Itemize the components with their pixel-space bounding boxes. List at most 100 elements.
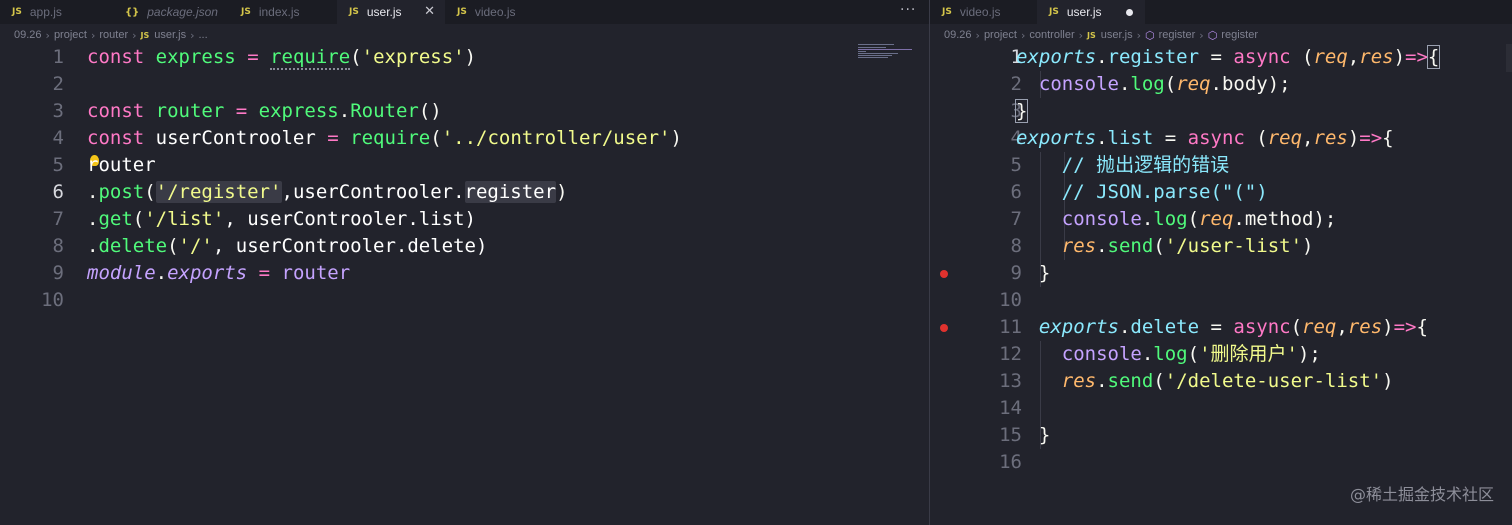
line-number: 8	[52, 235, 64, 257]
chevron-right-icon: ›	[45, 28, 50, 42]
code-line: 2 console.log(req.body);	[930, 71, 1512, 98]
tab-user-js[interactable]: JS user.js	[1037, 0, 1145, 24]
code-line: 6 .post('/register',userControoler.regis…	[0, 179, 929, 206]
tab-label: user.js	[366, 5, 402, 19]
line-number: 5	[1010, 154, 1022, 176]
breadcrumb-item[interactable]: project	[984, 29, 1017, 41]
close-icon[interactable]: ✕	[424, 4, 435, 19]
code-editor[interactable]: 1 const express = require('express') 2 3…	[0, 44, 929, 525]
tab-label: index.js	[258, 5, 300, 19]
chevron-right-icon: ›	[1078, 28, 1084, 42]
line-number: 11	[999, 316, 1022, 338]
code-line: 5 // 抛出逻辑的错误	[930, 152, 1512, 179]
code-line: 16	[930, 449, 1512, 476]
tab-user-js[interactable]: JS user.js ✕	[337, 0, 445, 24]
breadcrumb-item[interactable]: register	[1221, 29, 1258, 41]
line-number: 9	[1010, 262, 1022, 284]
code-line: 3 }	[930, 98, 1512, 125]
line-number: 12	[999, 343, 1022, 365]
tab-video-js[interactable]: JS video.js	[930, 0, 1037, 24]
line-number: 5	[52, 154, 64, 176]
js-file-icon: JS	[1087, 30, 1096, 40]
code-line: 8 res.send('/user-list')	[930, 233, 1512, 260]
code-line: 6 // JSON.parse("(")	[930, 179, 1512, 206]
tab-label: package.json	[147, 5, 218, 19]
line-number: 3	[52, 100, 64, 122]
js-file-icon: JS	[241, 7, 251, 17]
breakpoint-icon[interactable]	[940, 270, 948, 278]
json-file-icon: {}	[125, 6, 140, 18]
code-line: 4 exports.list = async (req,res)=>{	[930, 125, 1512, 152]
line-number: 1	[1010, 46, 1022, 68]
breadcrumb-item[interactable]: 09.26	[944, 29, 972, 41]
breakpoint-icon[interactable]	[940, 324, 948, 332]
line-number: 10	[999, 289, 1022, 311]
tab-label: video.js	[959, 5, 1001, 19]
breadcrumb-item[interactable]: user.js	[154, 29, 186, 41]
code-line: 7 console.log(req.method);	[930, 206, 1512, 233]
line-number: 14	[999, 397, 1022, 419]
js-file-icon: JS	[942, 7, 952, 17]
right-tab-bar: JS video.js JS user.js	[930, 0, 1512, 24]
code-editor[interactable]: 1 exports.register = async (req,res)=>{ …	[930, 44, 1512, 525]
left-editor-group: JS app.js {} package.json JS index.js JS…	[0, 0, 929, 525]
line-number: 4	[52, 127, 64, 149]
chevron-right-icon: ›	[1199, 28, 1204, 42]
breadcrumb-item[interactable]: user.js	[1101, 29, 1133, 41]
breadcrumb-item[interactable]: 09.26	[14, 29, 42, 41]
tab-video-js[interactable]: JS video.js	[445, 0, 553, 24]
chevron-right-icon: ›	[90, 28, 96, 42]
code-line: 9 module.exports = router	[0, 260, 929, 287]
tab-label: app.js	[29, 5, 62, 19]
tab-package-json[interactable]: {} package.json	[113, 0, 229, 24]
code-line: 10	[0, 287, 929, 314]
code-line: 1 const express = require('express')	[0, 44, 929, 71]
line-number: 2	[1010, 73, 1022, 95]
code-line: 4 const userControoler = require('../con…	[0, 125, 929, 152]
js-file-icon: JS	[457, 7, 467, 17]
code-line: 2	[0, 71, 929, 98]
code-line: 5 router	[0, 152, 929, 179]
tab-label: user.js	[1066, 5, 1102, 19]
breadcrumb: 09.26 › project › router › JS user.js › …	[0, 24, 929, 46]
breadcrumb-item[interactable]: controller	[1029, 29, 1074, 41]
code-line: 9 }	[930, 260, 1512, 287]
code-line: 10	[930, 287, 1512, 314]
line-number: 2	[52, 73, 64, 95]
more-actions-icon[interactable]: ···	[900, 2, 916, 18]
line-number: 4	[1010, 127, 1022, 149]
breadcrumb: 09.26 › project › controller › JS user.j…	[930, 24, 1512, 46]
breadcrumb-item[interactable]: register	[1159, 29, 1196, 41]
code-line: 7 .get('/list', userControoler.list)	[0, 206, 929, 233]
js-file-icon: JS	[349, 7, 359, 17]
unsaved-dot-icon[interactable]	[1126, 9, 1133, 16]
code-line: 1 exports.register = async (req,res)=>{	[930, 44, 1512, 71]
tab-index-js[interactable]: JS index.js	[229, 0, 337, 24]
chevron-right-icon: ›	[1136, 28, 1141, 42]
line-number: 9	[52, 262, 64, 284]
line-number: 6	[1010, 181, 1022, 203]
line-number: 16	[999, 451, 1022, 473]
js-file-icon: JS	[1049, 7, 1059, 17]
code-line: 8 .delete('/', userControoler.delete)	[0, 233, 929, 260]
line-number: 1	[52, 46, 64, 68]
tab-label: video.js	[474, 5, 516, 19]
symbol-method-icon: ⬡	[1207, 28, 1218, 42]
code-line: 15 }	[930, 422, 1512, 449]
line-number: 8	[1010, 235, 1022, 257]
right-editor-group: JS video.js JS user.js 09.26 › project ›…	[930, 0, 1512, 525]
line-number: 15	[999, 424, 1022, 446]
left-tab-bar: JS app.js {} package.json JS index.js JS…	[0, 0, 929, 24]
watermark: @稀土掘金技术社区	[1349, 485, 1494, 504]
breadcrumb-item[interactable]: ...	[198, 29, 207, 41]
breadcrumb-item[interactable]: project	[54, 29, 87, 41]
chevron-right-icon: ›	[1020, 28, 1026, 42]
chevron-right-icon: ›	[190, 28, 195, 42]
chevron-right-icon: ›	[975, 28, 980, 42]
symbol-method-icon: ⬡	[1144, 28, 1155, 42]
breadcrumb-item[interactable]: router	[99, 29, 128, 41]
line-number: 10	[41, 289, 64, 311]
tab-app-js[interactable]: JS app.js	[0, 0, 113, 24]
line-number: 7	[1010, 208, 1022, 230]
js-file-icon: JS	[140, 30, 150, 40]
